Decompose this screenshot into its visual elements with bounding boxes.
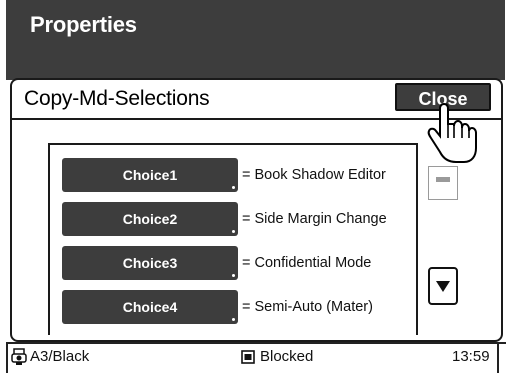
- choice4-label: Choice4: [122, 299, 178, 315]
- selection-panel: Copy-Md-Selections Close Choice1 = Book …: [10, 78, 503, 342]
- scroll-down-icon: [436, 281, 450, 292]
- choice1-label: Choice1: [122, 167, 178, 183]
- corner-dot-icon: [232, 230, 235, 233]
- clock: 13:59: [452, 348, 490, 365]
- choice1-button[interactable]: Choice1: [62, 158, 238, 192]
- choice2-description: = Side Margin Change: [242, 211, 387, 227]
- screen: Properties Copy-Md-Selections Close Choi…: [6, 0, 506, 373]
- choice3-label: Choice3: [122, 255, 178, 271]
- choice1-description: = Book Shadow Editor: [242, 167, 386, 183]
- list-item: Choice2 = Side Margin Change: [62, 202, 414, 238]
- header-bar: Properties: [6, 0, 505, 80]
- choice4-description: = Semi-Auto (Mater): [242, 299, 373, 315]
- corner-dot-icon: [232, 186, 235, 189]
- choice2-button[interactable]: Choice2: [62, 202, 238, 236]
- choice3-button[interactable]: Choice3: [62, 246, 238, 280]
- blocked-status: Blocked: [260, 348, 314, 365]
- scroll-up-button[interactable]: [428, 166, 458, 200]
- status-edge: [6, 342, 8, 373]
- corner-dot-icon: [232, 318, 235, 321]
- status-edge: [497, 342, 499, 373]
- header-title: Properties: [30, 12, 137, 37]
- choice3-description: = Confidential Mode: [242, 255, 372, 271]
- status-bar: A3/Black Blocked 13:59: [6, 342, 506, 373]
- choice2-label: Choice2: [122, 211, 178, 227]
- list-item: Choice4 = Semi-Auto (Mater): [62, 290, 414, 326]
- blocked-icon: [241, 350, 255, 364]
- status-divider: [6, 342, 506, 344]
- choice-list: Choice1 = Book Shadow Editor Choice2 = S…: [48, 143, 418, 335]
- paper-tray-icon: [11, 348, 27, 365]
- choice4-button[interactable]: Choice4: [62, 290, 238, 324]
- pointing-hand-icon: [427, 102, 477, 163]
- scroll-up-icon: [436, 177, 450, 182]
- paper-status: A3/Black: [30, 348, 90, 365]
- corner-dot-icon: [232, 274, 235, 277]
- list-item: Choice3 = Confidential Mode: [62, 246, 414, 282]
- list-item: Choice1 = Book Shadow Editor: [62, 158, 414, 194]
- scroll-down-button[interactable]: [428, 267, 458, 305]
- panel-title: Copy-Md-Selections: [24, 87, 210, 110]
